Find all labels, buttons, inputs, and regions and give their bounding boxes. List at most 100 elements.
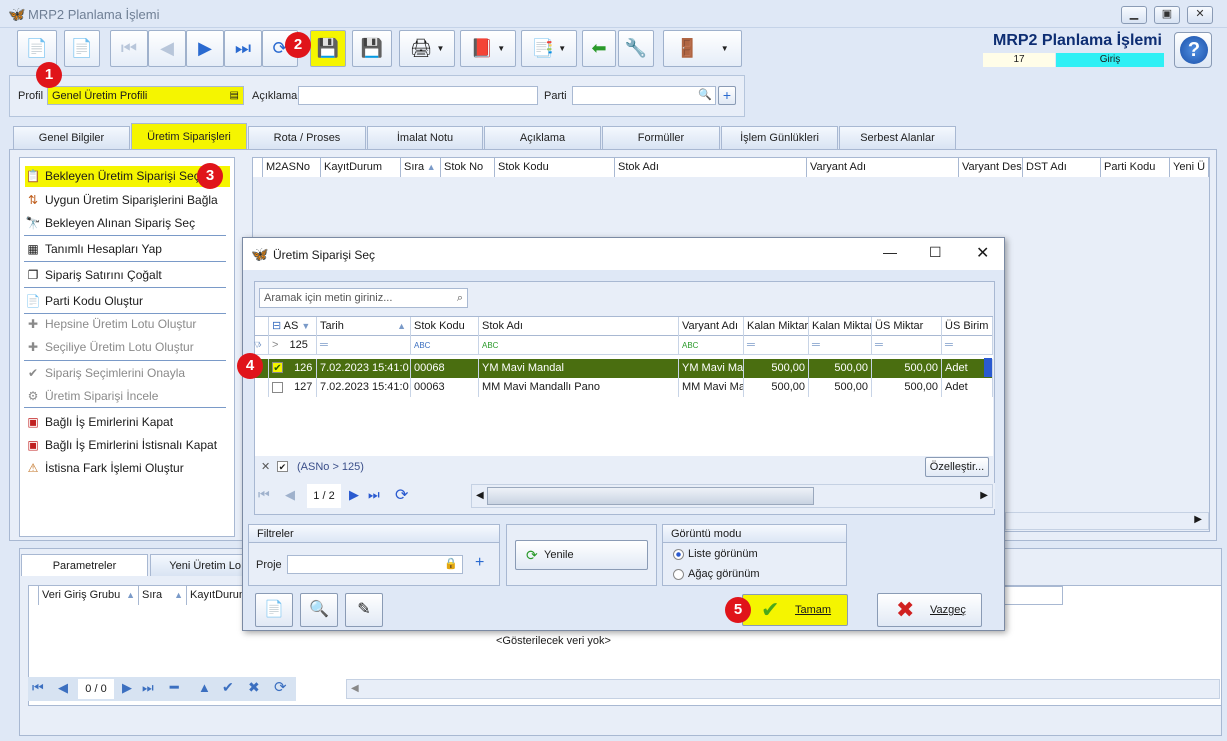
- column-us-birim[interactable]: ÜS Birim: [942, 317, 993, 336]
- table-row[interactable]: ✔ 126 7.02.2023 15:41:0 00068 YM Mavi Ma…: [255, 359, 993, 378]
- filter-equals-icon[interactable]: ═: [744, 336, 809, 355]
- refresh-icon[interactable]: ⟳: [274, 678, 287, 696]
- row-select-cell[interactable]: ✔ 126: [269, 359, 317, 378]
- menu-bagli-is-emirlerini-istisnali-kapat[interactable]: ▣ Bağlı İş Emirlerini İstisnalı Kapat: [25, 435, 230, 456]
- filter-text-icon[interactable]: ABC: [411, 336, 479, 355]
- column-as[interactable]: ⊟ AS ▼: [269, 317, 317, 336]
- bottom-grid-hscrollbar[interactable]: ◀: [346, 679, 1220, 699]
- lookup-icon[interactable]: ▤: [230, 89, 239, 103]
- filter-tarih-cell[interactable]: ═: [317, 336, 411, 355]
- next-page-icon[interactable]: ▶: [122, 680, 132, 696]
- next-page-icon[interactable]: ▶: [349, 487, 359, 503]
- minimize-button[interactable]: ▁: [1121, 6, 1147, 24]
- menu-seciliye-uretim-lotu-olustur[interactable]: ✚ Seçiliye Üretim Lotu Oluştur: [25, 337, 230, 358]
- filter-icon[interactable]: ▼: [301, 321, 310, 331]
- move-up-icon[interactable]: ▲: [198, 680, 211, 695]
- aciklama-input[interactable]: [298, 86, 538, 105]
- tab-parametreler[interactable]: Parametreler: [21, 554, 148, 576]
- dialog-maximize-button[interactable]: ☐: [929, 244, 942, 261]
- tab-rota-proses[interactable]: Rota / Proses: [248, 126, 366, 149]
- menu-parti-kodu-olustur[interactable]: 📄 Parti Kodu Oluştur: [25, 291, 230, 312]
- save-close-button[interactable]: 💾: [352, 30, 392, 67]
- exit-button[interactable]: 🚪 ▼: [663, 30, 742, 67]
- column-veri-giris-grubu[interactable]: Veri Giriş Grubu ▲: [39, 586, 139, 605]
- first-record-button[interactable]: ⏮: [110, 30, 148, 67]
- last-page-icon[interactable]: ⏭: [368, 487, 380, 503]
- scroll-left-icon[interactable]: ◀: [351, 683, 359, 694]
- radio-unselected-icon[interactable]: [673, 568, 684, 580]
- prev-page-icon[interactable]: ◀: [58, 680, 68, 696]
- refresh-icon[interactable]: ⟳: [395, 485, 408, 505]
- menu-hepsine-uretim-lotu-olustur[interactable]: ✚ Hepsine Üretim Lotu Oluştur: [25, 314, 230, 335]
- profil-field[interactable]: Genel Üretim Profili ▤: [47, 86, 244, 105]
- main-grid-hscrollbar[interactable]: ▶: [1005, 512, 1209, 530]
- column-kayitdurum[interactable]: KayıtDurum: [321, 158, 401, 177]
- prev-record-button[interactable]: ◀: [148, 30, 186, 67]
- column-sira[interactable]: Sıra ▲: [139, 586, 187, 605]
- parti-field[interactable]: 🔍: [572, 86, 716, 105]
- scroll-left-icon[interactable]: ◀: [476, 490, 484, 501]
- tab-aciklama[interactable]: Açıklama: [484, 126, 601, 149]
- remove-row-icon[interactable]: ━: [170, 679, 178, 696]
- column-tarih[interactable]: Tarih ▲: [317, 317, 411, 336]
- cancel-edit-icon[interactable]: ✖: [248, 679, 260, 696]
- table-row[interactable]: 127 7.02.2023 15:41:0 00063 MM Mavi Mand…: [255, 378, 993, 397]
- tamam-button[interactable]: ✔ Tamam: [742, 594, 848, 626]
- menu-uygun-uretim-siparislerini-bagla[interactable]: ⇅ Uygun Üretim Siparişlerini Bağla: [25, 190, 230, 211]
- export-button[interactable]: 📑 ▼: [521, 30, 577, 67]
- column-yeni[interactable]: Yeni Ü: [1170, 158, 1209, 177]
- filter-text-icon[interactable]: ABC: [679, 336, 744, 355]
- column-stok-adi[interactable]: Stok Adı: [479, 317, 679, 336]
- prev-page-icon[interactable]: ◀: [285, 487, 295, 503]
- column-stok-no[interactable]: Stok No: [441, 158, 495, 177]
- tab-yeni-uretim-lotu[interactable]: Yeni Üretim Lo: [150, 554, 244, 576]
- dialog-search-input[interactable]: Aramak için metin giriniz... ⌕: [259, 288, 468, 308]
- column-stok-adi[interactable]: Stok Adı: [615, 158, 807, 177]
- settings-button[interactable]: 🔧: [618, 30, 654, 67]
- first-page-icon[interactable]: ⏮: [258, 487, 270, 503]
- tab-formuller[interactable]: Formüller: [602, 126, 720, 149]
- dialog-minimize-button[interactable]: —: [883, 244, 897, 260]
- close-button[interactable]: ✕: [1187, 6, 1213, 24]
- column-stok-kodu[interactable]: Stok Kodu: [495, 158, 615, 177]
- edit-button[interactable]: ✎: [345, 593, 383, 627]
- preview-button[interactable]: 🔍: [300, 593, 338, 627]
- filter-equals-icon[interactable]: ═: [809, 336, 872, 355]
- filter-equals-icon[interactable]: ═: [942, 336, 993, 355]
- filter-as-cell[interactable]: > 125: [269, 336, 317, 355]
- dialog-close-button[interactable]: ✕: [976, 243, 989, 263]
- first-page-icon[interactable]: ⏮: [32, 680, 44, 696]
- column-parti-kodu[interactable]: Parti Kodu: [1101, 158, 1170, 177]
- column-varyant-adi[interactable]: Varyant Adı: [807, 158, 959, 177]
- menu-siparis-secimlerini-onayla[interactable]: ✔ Sipariş Seçimlerini Onayla: [25, 363, 230, 384]
- tab-islem-gunlukleri[interactable]: İşlem Günlükleri: [721, 126, 838, 149]
- print-button[interactable]: 🖨 ▼: [399, 30, 455, 67]
- column-dst-adi[interactable]: DST Adı: [1023, 158, 1101, 177]
- menu-bekleyen-alinan-siparis-sec[interactable]: 🔭 Bekleyen Alınan Sipariş Seç: [25, 213, 230, 234]
- vazgec-button[interactable]: ✖ Vazgeç: [877, 593, 982, 627]
- pdf-button[interactable]: 📕 ▼: [460, 30, 516, 67]
- filter-enabled-checkbox[interactable]: ✔: [277, 461, 288, 472]
- help-button[interactable]: ?: [1174, 32, 1212, 68]
- dialog-grid-hscrollbar[interactable]: ◀ ▶: [471, 484, 993, 508]
- checkbox-unchecked-icon[interactable]: [272, 381, 283, 393]
- row-select-cell[interactable]: 127: [269, 378, 317, 397]
- filter-lookup-icon[interactable]: 🔍: [698, 88, 712, 102]
- menu-siparis-satirini-cogalt[interactable]: ❐ Sipariş Satırını Çoğalt: [25, 265, 230, 286]
- view-mode-list-option[interactable]: Liste görünüm: [673, 548, 758, 560]
- save-button[interactable]: 💾: [310, 30, 346, 67]
- column-kalan-miktar[interactable]: Kalan Miktar: [744, 317, 809, 336]
- add-proje-button[interactable]: +: [475, 554, 484, 572]
- menu-istisna-fark-islemi-olustur[interactable]: ⚠ İstisna Fark İşlemi Oluştur: [25, 458, 230, 479]
- filter-text-icon[interactable]: ABC: [479, 336, 679, 355]
- menu-uretim-siparisi-incele[interactable]: ⚙ Üretim Siparişi İncele: [25, 386, 230, 407]
- delete-record-button[interactable]: 📄: [64, 30, 100, 67]
- tab-uretim-siparisleri[interactable]: Üretim Siparişleri: [131, 123, 247, 150]
- checkbox-checked-icon[interactable]: ✔: [272, 362, 283, 374]
- add-parti-button[interactable]: +: [718, 86, 736, 105]
- column-kalan-miktar-2[interactable]: Kalan Miktar: [809, 317, 872, 336]
- customize-button[interactable]: Özelleştir...: [925, 457, 989, 477]
- scroll-right-icon[interactable]: ▶: [980, 490, 988, 501]
- restore-button[interactable]: ▣: [1154, 6, 1180, 24]
- select-all-icon[interactable]: ⊟: [272, 320, 281, 332]
